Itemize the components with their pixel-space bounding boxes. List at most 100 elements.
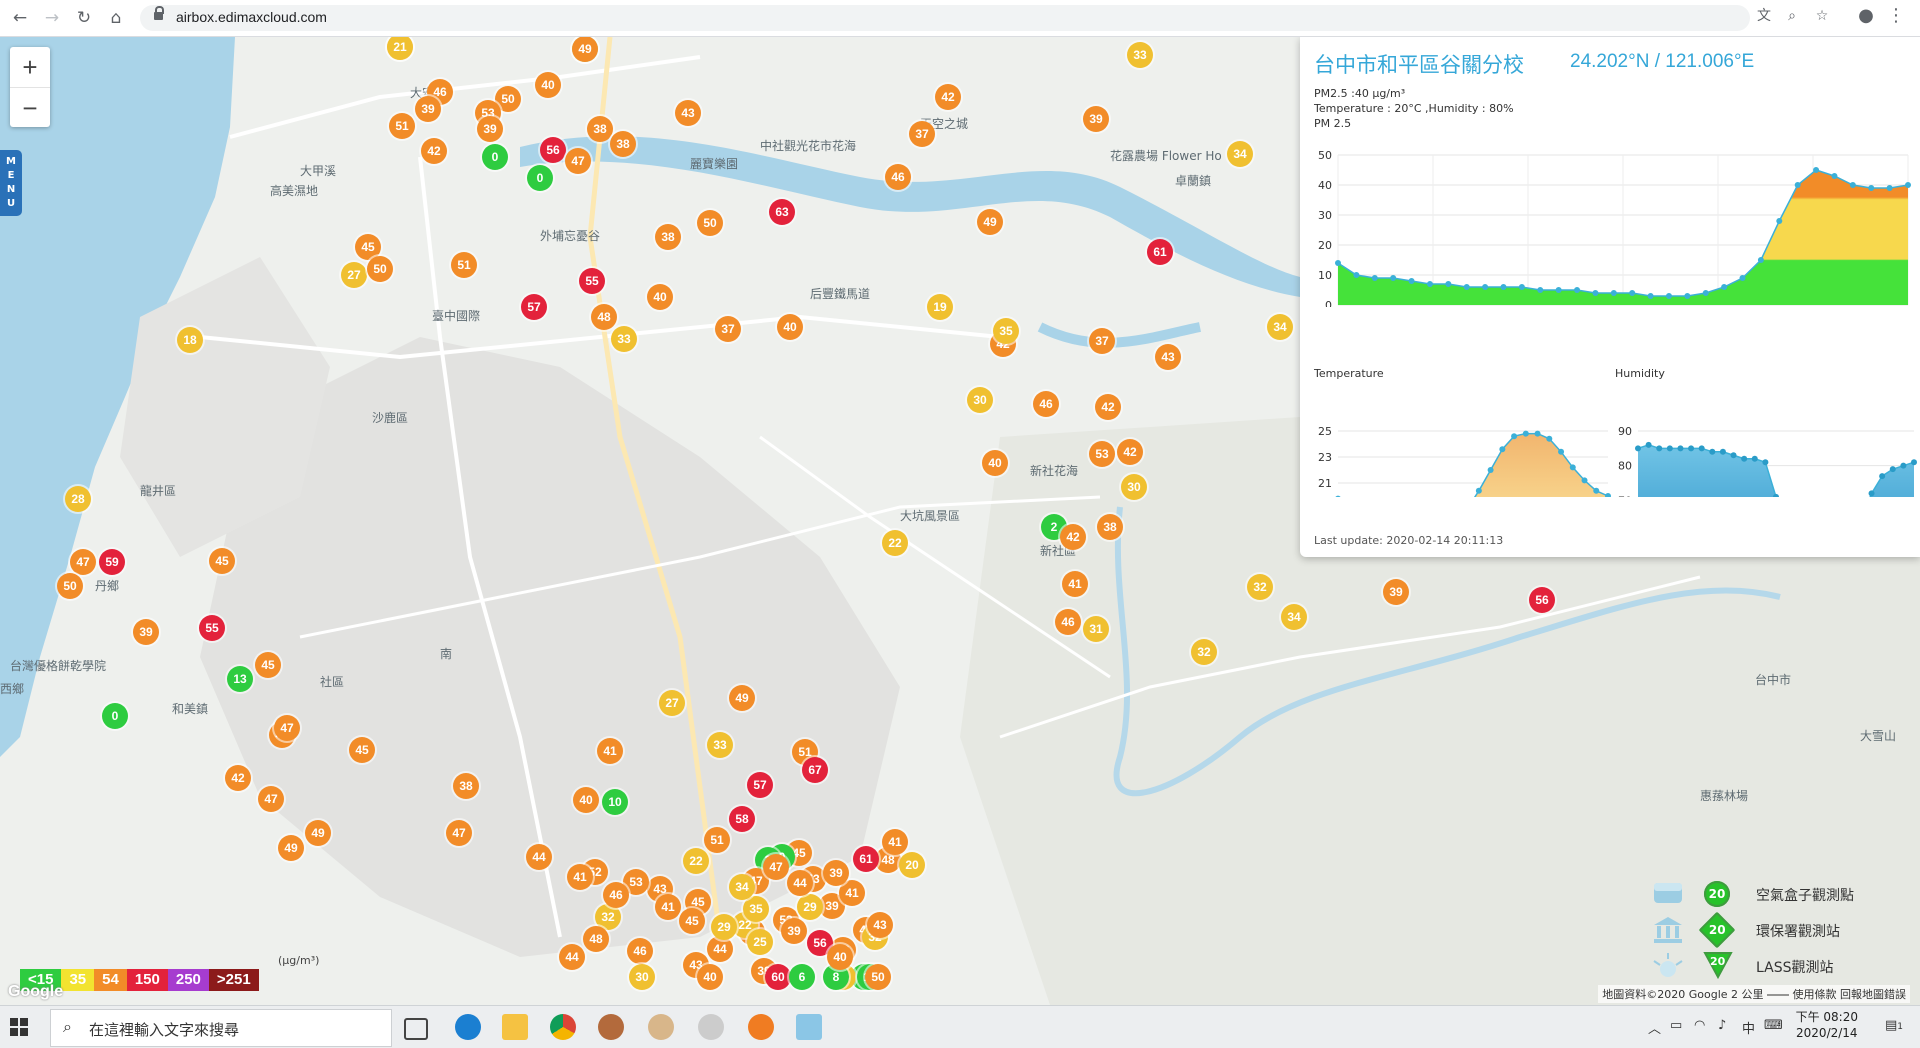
airbox-marker[interactable]: 50 — [367, 256, 393, 282]
airbox-marker[interactable]: 13 — [227, 666, 253, 692]
airbox-marker[interactable]: 67 — [802, 757, 828, 783]
airbox-marker[interactable]: 51 — [704, 827, 730, 853]
airbox-marker[interactable]: 37 — [715, 316, 741, 342]
airbox-marker[interactable]: 30 — [967, 387, 993, 413]
airbox-marker[interactable]: 61 — [1147, 239, 1173, 265]
app-icon[interactable] — [698, 1014, 724, 1040]
edge-icon[interactable] — [455, 1014, 481, 1040]
airbox-marker[interactable]: 49 — [729, 685, 755, 711]
airbox-marker[interactable]: 47 — [446, 820, 472, 846]
airbox-marker[interactable]: 34 — [1267, 314, 1293, 340]
airbox-marker[interactable]: 34 — [1281, 604, 1307, 630]
airbox-marker[interactable]: 53 — [1089, 441, 1115, 467]
app-icon[interactable] — [796, 1014, 822, 1040]
airbox-marker[interactable]: 33 — [1127, 42, 1153, 68]
airbox-marker[interactable]: 39 — [133, 619, 159, 645]
airbox-marker[interactable]: 34 — [1227, 141, 1253, 167]
airbox-marker[interactable]: 30 — [629, 964, 655, 990]
airbox-marker[interactable]: 40 — [573, 787, 599, 813]
airbox-marker[interactable]: 42 — [421, 138, 447, 164]
airbox-marker[interactable]: 45 — [679, 908, 705, 934]
ime-indicator[interactable]: 中 — [1742, 1018, 1755, 1037]
airbox-marker[interactable]: 48 — [591, 304, 617, 330]
airbox-marker[interactable]: 40 — [982, 450, 1008, 476]
address-bar[interactable]: airbox.edimaxcloud.com — [140, 5, 1750, 31]
airbox-marker[interactable]: 40 — [827, 944, 853, 970]
reload-icon[interactable]: ↻ — [72, 6, 96, 30]
airbox-marker[interactable]: 38 — [655, 224, 681, 250]
airbox-marker[interactable]: 41 — [655, 894, 681, 920]
airbox-marker[interactable]: 25 — [747, 929, 773, 955]
airbox-marker[interactable]: 49 — [977, 209, 1003, 235]
volume-icon[interactable]: ♪ — [1718, 1018, 1726, 1033]
airbox-marker[interactable]: 32 — [1247, 574, 1273, 600]
airbox-marker[interactable]: 41 — [597, 738, 623, 764]
airbox-marker[interactable]: 44 — [787, 870, 813, 896]
file-explorer-icon[interactable] — [502, 1014, 528, 1040]
airbox-marker[interactable]: 59 — [99, 549, 125, 575]
airbox-marker[interactable]: 39 — [823, 860, 849, 886]
airbox-marker[interactable]: 57 — [521, 294, 547, 320]
airbox-marker[interactable]: 55 — [199, 615, 225, 641]
airbox-marker[interactable]: 49 — [278, 835, 304, 861]
airbox-marker[interactable]: 55 — [579, 268, 605, 294]
airbox-marker[interactable]: 40 — [777, 314, 803, 340]
airbox-marker[interactable]: 29 — [797, 894, 823, 920]
menu-tab[interactable]: MENU — [0, 150, 22, 216]
chrome-icon[interactable] — [550, 1014, 576, 1040]
airbox-marker[interactable]: 35 — [743, 896, 769, 922]
airbox-marker[interactable]: 38 — [610, 131, 636, 157]
airbox-marker[interactable]: 38 — [1097, 514, 1123, 540]
airbox-marker[interactable]: 35 — [993, 318, 1019, 344]
airbox-marker[interactable]: 27 — [341, 262, 367, 288]
airbox-marker[interactable]: 61 — [853, 846, 879, 872]
airbox-marker[interactable]: 42 — [225, 765, 251, 791]
airbox-marker[interactable]: 49 — [305, 820, 331, 846]
airbox-marker[interactable]: 40 — [697, 964, 723, 990]
airbox-marker[interactable]: 30 — [1121, 474, 1147, 500]
airbox-marker[interactable]: 6 — [789, 964, 815, 990]
airbox-marker[interactable]: 19 — [927, 294, 953, 320]
keyboard-icon[interactable]: ⌨ — [1764, 1018, 1783, 1033]
airbox-marker[interactable]: 33 — [707, 732, 733, 758]
menu-dots-icon[interactable]: ⋮ — [1886, 6, 1906, 26]
airbox-marker[interactable]: 40 — [647, 284, 673, 310]
airbox-marker[interactable]: 40 — [535, 72, 561, 98]
windows-start-icon[interactable] — [10, 1018, 28, 1036]
airbox-marker[interactable]: 10 — [602, 789, 628, 815]
airbox-marker[interactable]: 39 — [781, 918, 807, 944]
airbox-marker[interactable]: 0 — [482, 144, 508, 170]
airbox-marker[interactable]: 48 — [583, 926, 609, 952]
airbox-marker[interactable]: 41 — [567, 864, 593, 890]
airbox-marker[interactable]: 41 — [882, 829, 908, 855]
taskbar-clock[interactable]: 下午 08:20 2020/2/14 — [1796, 1009, 1858, 1041]
airbox-marker[interactable]: 37 — [1089, 328, 1115, 354]
airbox-marker[interactable]: 44 — [707, 936, 733, 962]
airbox-marker[interactable]: 50 — [697, 210, 723, 236]
task-view-icon[interactable] — [404, 1018, 428, 1040]
airbox-marker[interactable]: 41 — [1062, 571, 1088, 597]
airbox-marker[interactable]: 44 — [526, 844, 552, 870]
airbox-marker[interactable]: 45 — [349, 737, 375, 763]
airbox-marker[interactable]: 50 — [57, 573, 83, 599]
airbox-marker[interactable]: 27 — [659, 690, 685, 716]
airbox-marker[interactable]: 56 — [1529, 587, 1555, 613]
airbox-marker[interactable]: 39 — [1383, 579, 1409, 605]
airbox-marker[interactable]: 18 — [177, 327, 203, 353]
airbox-marker[interactable]: 51 — [389, 113, 415, 139]
home-icon[interactable]: ⌂ — [104, 6, 128, 30]
taskbar-search[interactable]: ⌕ 在這裡輸入文字來搜尋 — [50, 1009, 392, 1047]
airbox-marker[interactable]: 42 — [1117, 439, 1143, 465]
airbox-marker[interactable]: 43 — [1155, 344, 1181, 370]
airbox-marker[interactable]: 20 — [899, 852, 925, 878]
airbox-marker[interactable]: 37 — [909, 121, 935, 147]
airbox-marker[interactable]: 47 — [70, 549, 96, 575]
airbox-marker[interactable]: 38 — [453, 773, 479, 799]
airbox-marker[interactable]: 39 — [415, 96, 441, 122]
airbox-marker[interactable]: 0 — [102, 703, 128, 729]
airbox-marker[interactable]: 32 — [1191, 639, 1217, 665]
airbox-marker[interactable]: 46 — [1055, 609, 1081, 635]
airbox-marker[interactable]: 60 — [765, 964, 791, 990]
airbox-marker[interactable]: 42 — [935, 84, 961, 110]
airbox-marker[interactable]: 44 — [559, 944, 585, 970]
